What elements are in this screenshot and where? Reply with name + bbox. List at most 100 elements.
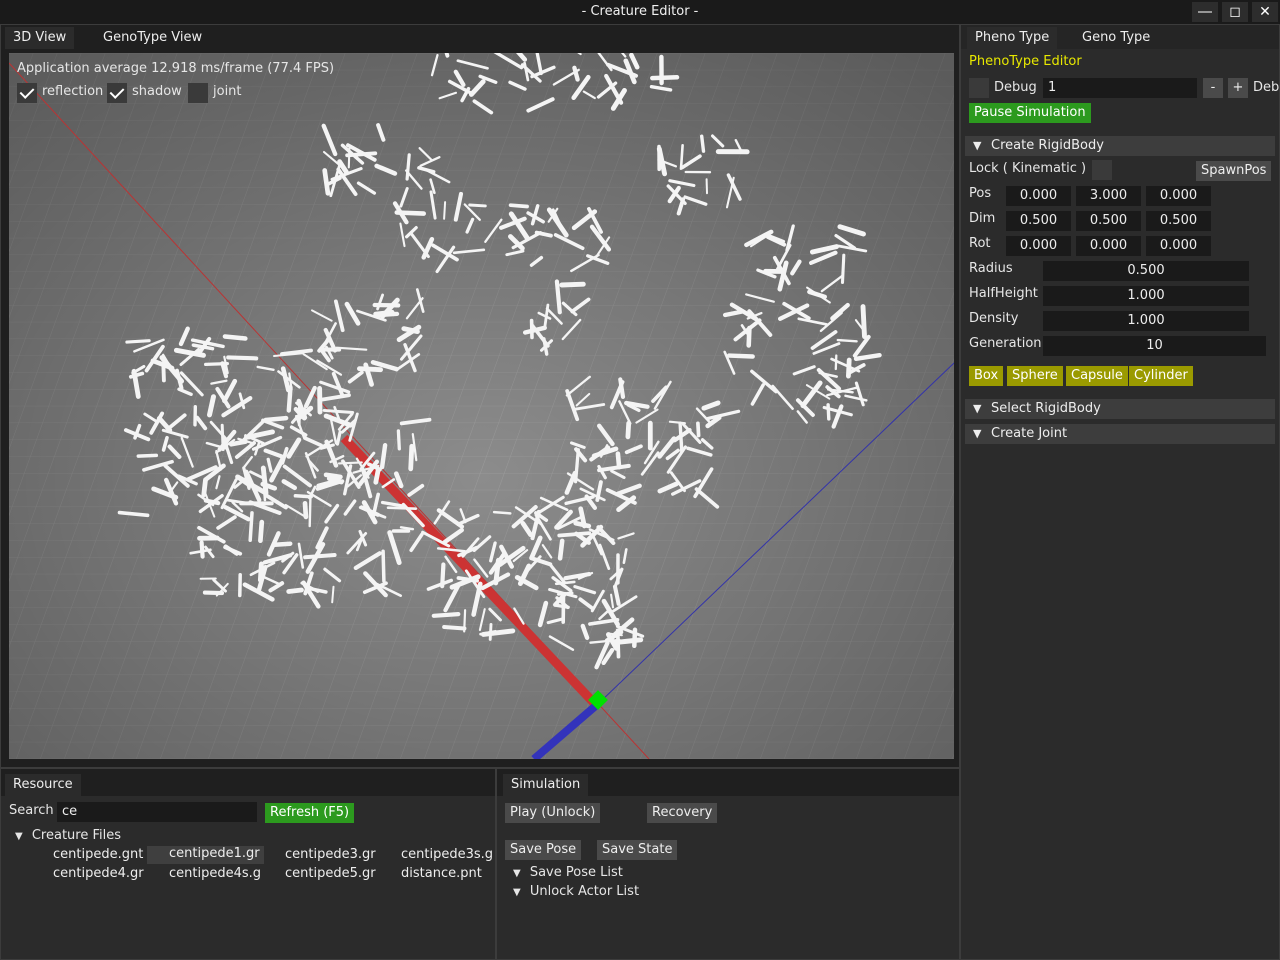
create-joint-label: Create Joint [991,426,1068,441]
select-rigidbody-header[interactable]: ▼ Select RigidBody [965,399,1275,419]
rot-z-input[interactable]: 0.000 [1146,236,1211,256]
creature-capsule [405,153,411,181]
cylinder-button[interactable]: Cylinder [1129,366,1193,386]
file-item[interactable]: centipede4s.g [169,866,261,881]
box-button[interactable]: Box [969,366,1004,386]
refresh-button[interactable]: Refresh (F5) [265,803,355,823]
collapse-arrow-icon: ▼ [15,831,23,842]
play-unlock-button[interactable]: Play (Unlock) [505,803,601,823]
radius-input[interactable]: 0.500 [1043,261,1249,281]
debug-minus-button[interactable]: - [1203,78,1223,98]
creature-capsule [442,625,467,631]
save-pose-button[interactable]: Save Pose [505,840,582,860]
create-rigidbody-label: Create RigidBody [991,138,1104,153]
debug-checkbox[interactable] [969,78,989,98]
tab-resource[interactable]: Resource [5,774,81,796]
creature-capsule [488,622,493,641]
collapse-arrow-icon: ▼ [973,427,982,440]
creature-capsule [554,603,570,609]
tab-pheno-type[interactable]: Pheno Type [967,27,1058,49]
debug-plus-button[interactable]: + [1228,78,1248,98]
creature-capsule [618,377,626,399]
unlock-actor-list-tree[interactable]: ▼ Unlock Actor List [513,884,639,899]
dim-y-input[interactable]: 0.500 [1076,211,1141,231]
dim-label: Dim [969,211,996,226]
creature-capsule [323,472,343,480]
creature-capsule [248,511,254,543]
creature-capsule [125,339,151,344]
tab-simulation[interactable]: Simulation [503,774,589,796]
rot-y-input[interactable]: 0.000 [1076,236,1141,256]
lock-kinematic-checkbox[interactable] [1092,160,1112,180]
halfheight-input[interactable]: 1.000 [1043,286,1249,306]
pause-simulation-button[interactable]: Pause Simulation [969,103,1091,123]
dim-z-input[interactable]: 0.500 [1146,211,1211,231]
file-item-selected[interactable]: centipede1.gr [147,846,264,864]
create-joint-header[interactable]: ▼ Create Joint [965,424,1275,444]
select-rigidbody-label: Select RigidBody [991,401,1101,416]
resource-content: Search ce Refresh (F5) ▼ Creature Files … [1,796,495,959]
shadow-checkbox[interactable] [107,83,127,103]
minimize-button[interactable]: ― [1192,2,1218,22]
creature-capsule [492,510,512,515]
creature-capsule [431,611,461,618]
rot-label: Rot [969,236,991,251]
radius-label: Radius [969,261,1013,276]
creature-capsule [373,467,381,485]
file-item[interactable]: distance.pnt [401,866,482,881]
save-pose-list-tree[interactable]: ▼ Save Pose List [513,865,623,880]
creature-capsule [696,421,701,438]
rot-x-input[interactable]: 0.000 [1006,236,1071,256]
view-panel: 3D View GenoType View Application averag… [0,24,960,768]
density-input[interactable]: 1.000 [1043,311,1249,331]
search-input[interactable]: ce [57,802,257,822]
file-item[interactable]: centipede4.gr [53,866,144,881]
collapse-arrow-icon: ▼ [973,139,982,152]
creature-capsule [386,506,418,511]
debug-input[interactable]: 1 [1043,78,1197,98]
close-icon: ✕ [1259,4,1271,20]
file-item[interactable]: centipede5.gr [285,866,376,881]
collapse-arrow-icon: ▼ [513,887,521,898]
creature-capsule [846,357,852,379]
creature-capsule [345,151,378,158]
file-item[interactable]: centipede3.gr [285,847,376,862]
scene-render [9,53,954,759]
file-item[interactable]: centipede3s.g [401,847,493,862]
joint-checkbox[interactable] [188,83,208,103]
reflection-checkbox[interactable] [17,83,37,103]
pos-x-input[interactable]: 0.000 [1006,186,1071,206]
dim-x-input[interactable]: 0.500 [1006,211,1071,231]
creature-capsule [356,366,384,373]
pos-z-input[interactable]: 0.000 [1146,186,1211,206]
reflection-label: reflection [42,84,104,99]
save-state-button[interactable]: Save State [597,840,678,860]
capsule-button[interactable]: Capsule [1066,366,1128,386]
creature-capsule [286,587,304,594]
lock-kinematic-label: Lock ( Kinematic ) [969,161,1087,176]
viewport-3d[interactable]: Application average 12.918 ms/frame (77.… [9,53,954,759]
creature-capsule [222,334,248,341]
tab-genotype-view[interactable]: GenoType View [95,27,210,49]
creature-capsule [272,541,293,547]
shadow-label: shadow [132,84,182,99]
pos-y-input[interactable]: 3.000 [1076,186,1141,206]
maximize-button[interactable]: ◻ [1222,2,1248,22]
recovery-button[interactable]: Recovery [647,803,718,823]
tab-geno-type[interactable]: Geno Type [1074,27,1158,49]
title-bar: - Creature Editor - ― ◻ ✕ [0,0,1280,24]
close-button[interactable]: ✕ [1252,2,1278,22]
generation-input[interactable]: 10 [1043,336,1266,356]
creature-capsule [396,429,401,451]
pos-label: Pos [969,186,992,201]
creature-capsule [260,465,269,496]
sphere-button[interactable]: Sphere [1007,366,1063,386]
spawnpos-button[interactable]: SpawnPos [1196,161,1272,181]
creature-capsule [381,549,386,583]
tab-3d-view[interactable]: 3D View [5,27,75,49]
pheno-content: PhenoType Editor Debug 1 - + Deb Pause S… [961,49,1279,959]
create-rigidbody-header[interactable]: ▼ Create RigidBody [965,136,1275,156]
creature-capsule [615,451,622,470]
file-item[interactable]: centipede.gnt [53,847,143,862]
creature-files-tree[interactable]: ▼ Creature Files [15,828,121,843]
